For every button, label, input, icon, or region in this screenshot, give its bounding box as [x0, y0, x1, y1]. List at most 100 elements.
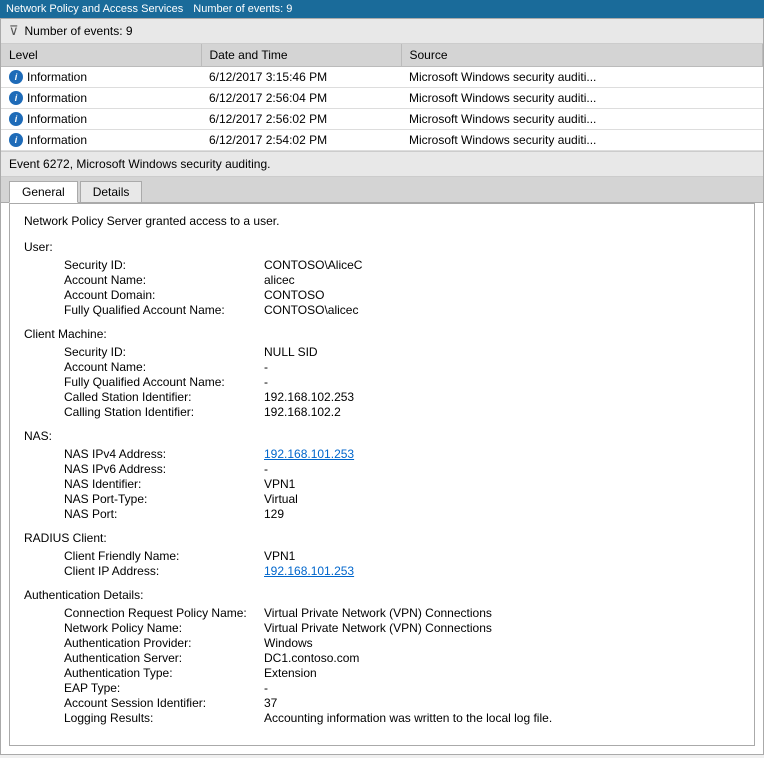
detail-value: alicec	[264, 273, 295, 287]
detail-row: Client IP Address:192.168.101.253	[24, 564, 740, 578]
detail-row: Account Session Identifier:37	[24, 696, 740, 710]
detail-value: Accounting information was written to th…	[264, 711, 552, 725]
info-icon: i	[9, 133, 23, 147]
detail-value: Extension	[264, 666, 317, 680]
detail-row: NAS Port-Type:Virtual	[24, 492, 740, 506]
tab-details[interactable]: Details	[80, 181, 143, 202]
detail-row: Authentication Server:DC1.contoso.com	[24, 651, 740, 665]
detail-label: Client IP Address:	[64, 564, 264, 578]
table-row[interactable]: iInformation6/12/2017 2:56:02 PMMicrosof…	[1, 109, 763, 130]
detail-row: EAP Type:-	[24, 681, 740, 695]
events-table: Level Date and Time Source i Information 6…	[1, 44, 763, 151]
section-title: User:	[24, 240, 740, 254]
detail-value: CONTOSO\AliceC	[264, 258, 362, 272]
detail-label: Account Session Identifier:	[64, 696, 264, 710]
level-text: Information	[27, 133, 87, 147]
section-title: NAS:	[24, 429, 740, 443]
col-header-source: Source	[401, 44, 763, 67]
detail-value: CONTOSO\alicec	[264, 303, 358, 317]
filter-icon: ⊽	[9, 23, 19, 39]
detail-label: Client Friendly Name:	[64, 549, 264, 563]
section-title: Client Machine:	[24, 327, 740, 341]
detail-value: CONTOSO	[264, 288, 324, 302]
detail-value: 37	[264, 696, 277, 710]
event-header-text: Event 6272, Microsoft Windows security a…	[9, 157, 270, 171]
event-header: Event 6272, Microsoft Windows security a…	[1, 151, 763, 177]
detail-row: Account Domain:CONTOSO	[24, 288, 740, 302]
detail-row: Account Name:alicec	[24, 273, 740, 287]
info-icon: i	[9, 91, 23, 105]
detail-value: VPN1	[264, 477, 295, 491]
tab-general[interactable]: General	[9, 181, 78, 203]
detail-row: Security ID:CONTOSO\AliceC	[24, 258, 740, 272]
table-row[interactable]: iInformation6/12/2017 2:56:04 PMMicrosof…	[1, 88, 763, 109]
detail-value: -	[264, 462, 268, 476]
detail-value: 129	[264, 507, 284, 521]
detail-label: Network Policy Name:	[64, 621, 264, 635]
detail-row: Calling Station Identifier:192.168.102.2	[24, 405, 740, 419]
detail-value[interactable]: 192.168.101.253	[264, 447, 354, 461]
detail-label: EAP Type:	[64, 681, 264, 695]
detail-label: Fully Qualified Account Name:	[64, 375, 264, 389]
detail-value: 192.168.102.253	[264, 390, 354, 404]
detail-label: Authentication Server:	[64, 651, 264, 665]
col-header-level: Level	[1, 44, 201, 67]
detail-value: -	[264, 681, 268, 695]
detail-label: Account Name:	[64, 273, 264, 287]
cell-source: Microsoft Windows security auditi...	[401, 67, 763, 88]
info-icon: i	[9, 112, 23, 126]
cell-source: Microsoft Windows security auditi...	[401, 130, 763, 151]
detail-intro: Network Policy Server granted access to …	[24, 214, 740, 228]
detail-row: Security ID:NULL SID	[24, 345, 740, 359]
detail-value[interactable]: 192.168.101.253	[264, 564, 354, 578]
detail-section: RADIUS Client:Client Friendly Name:VPN1C…	[24, 531, 740, 578]
detail-value: VPN1	[264, 549, 295, 563]
detail-row: Account Name:-	[24, 360, 740, 374]
detail-panel: Network Policy Server granted access to …	[9, 203, 755, 746]
events-table-container[interactable]: Level Date and Time Source i Information 6…	[1, 44, 763, 151]
level-text: Information	[27, 112, 87, 126]
detail-label: Authentication Type:	[64, 666, 264, 680]
detail-row: Client Friendly Name:VPN1	[24, 549, 740, 563]
detail-row: Network Policy Name:Virtual Private Netw…	[24, 621, 740, 635]
detail-section: Authentication Details: Connection Reques…	[24, 588, 740, 725]
table-row[interactable]: i Information 6/12/2017 3:15:46 PMMicrosof…	[1, 67, 763, 88]
detail-row: Fully Qualified Account Name:-	[24, 375, 740, 389]
table-row[interactable]: iInformation6/12/2017 2:54:02 PMMicrosof…	[1, 130, 763, 151]
detail-label: NAS Port:	[64, 507, 264, 521]
filter-bar: ⊽ Number of events: 9	[1, 19, 763, 44]
detail-row: Authentication Provider:Windows	[24, 636, 740, 650]
detail-value: Virtual Private Network (VPN) Connection…	[264, 606, 492, 620]
cell-source: Microsoft Windows security auditi...	[401, 109, 763, 130]
detail-label: Called Station Identifier:	[64, 390, 264, 404]
detail-value: Virtual Private Network (VPN) Connection…	[264, 621, 492, 635]
detail-row: NAS Identifier:VPN1	[24, 477, 740, 491]
main-container: ⊽ Number of events: 9 Level Date and Tim…	[0, 18, 764, 755]
cell-level: i Information	[1, 130, 201, 151]
info-icon: i	[9, 70, 23, 84]
cell-datetime: 6/12/2017 3:15:46 PM	[201, 67, 401, 88]
section-title: Authentication Details:	[24, 588, 740, 602]
tabs-row: General Details	[1, 177, 763, 203]
col-header-datetime: Date and Time	[201, 44, 401, 67]
detail-label: Security ID:	[64, 345, 264, 359]
detail-row: Connection Request Policy Name:Virtual P…	[24, 606, 740, 620]
detail-value: DC1.contoso.com	[264, 651, 359, 665]
detail-value: NULL SID	[264, 345, 318, 359]
cell-level: i Information	[1, 67, 201, 88]
detail-value: Windows	[264, 636, 313, 650]
detail-row: Fully Qualified Account Name:CONTOSO\ali…	[24, 303, 740, 317]
level-text: Information	[27, 91, 87, 105]
detail-value: Virtual	[264, 492, 298, 506]
cell-source: Microsoft Windows security auditi...	[401, 88, 763, 109]
event-count-title: Number of events: 9	[193, 3, 292, 15]
detail-row: NAS Port:129	[24, 507, 740, 521]
detail-label: NAS Port-Type:	[64, 492, 264, 506]
detail-row: Authentication Type:Extension	[24, 666, 740, 680]
detail-value: -	[264, 360, 268, 374]
cell-level: i Information	[1, 88, 201, 109]
app-title: Network Policy and Access Services	[6, 3, 183, 15]
detail-value: 192.168.102.2	[264, 405, 341, 419]
detail-label: NAS IPv4 Address:	[64, 447, 264, 461]
level-text: Information	[27, 70, 87, 84]
